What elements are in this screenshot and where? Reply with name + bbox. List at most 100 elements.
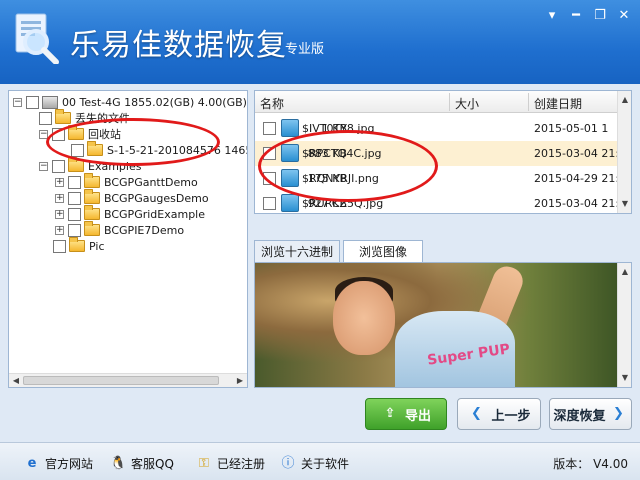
image-file-icon	[281, 144, 299, 162]
export-label: 导出	[404, 408, 431, 424]
scroll-down-icon[interactable]: ▼	[618, 371, 631, 384]
file-row[interactable]: $RURCZ5Q.jpg 927 KB 2015-03-04 21:5	[255, 191, 626, 213]
file-size: 175 KB	[307, 172, 347, 185]
checkbox[interactable]	[68, 223, 81, 237]
tree-item-label: BCGPIE7Demo	[104, 223, 185, 237]
tree-item-label: 回收站	[88, 128, 121, 141]
file-list-header: 名称 大小 创建日期	[255, 91, 619, 113]
column-date[interactable]: 创建日期	[534, 95, 582, 112]
preview-vertical-scrollbar[interactable]: ▲ ▼	[617, 263, 631, 387]
tree-horizontal-scrollbar[interactable]: ◀ ▶	[9, 373, 247, 387]
file-size: 927 KB	[307, 197, 347, 210]
scrollbar-thumb[interactable]	[23, 376, 219, 385]
file-date: 2015-05-01 1	[534, 122, 609, 135]
scroll-left-icon[interactable]: ◀	[9, 374, 23, 387]
folder-tree: − 00 Test-4G 1855.02(GB) 4.00(GB) 丢失的文件 …	[8, 90, 248, 388]
checkbox[interactable]	[71, 143, 84, 157]
checkbox[interactable]	[52, 127, 65, 141]
tree-item-drive[interactable]: − 00 Test-4G 1855.02(GB) 4.00(GB)	[13, 94, 247, 110]
expand-icon[interactable]: +	[55, 177, 64, 187]
image-file-icon	[281, 169, 299, 187]
scroll-up-icon[interactable]: ▲	[618, 93, 631, 106]
file-row-selected[interactable]: $RPCTQ4C.jpg 883 KB 2015-03-04 21:5	[255, 141, 626, 166]
checkbox[interactable]	[263, 197, 276, 210]
checkbox[interactable]	[263, 122, 276, 135]
file-row[interactable]: $RQNYRJI.png 175 KB 2015-04-29 21:	[255, 166, 619, 191]
checkbox[interactable]	[39, 111, 52, 125]
file-list: 名称 大小 创建日期 $IVT0TY8.jpg 1 KB 2015-05-01 …	[254, 90, 632, 214]
file-size: 1 KB	[321, 122, 347, 135]
tree-item-examples[interactable]: − Examples	[39, 157, 141, 174]
tree-item-bcgpgridexample[interactable]: + BCGPGridExample	[55, 205, 205, 222]
tree-item-bcgpgaugesdemo[interactable]: + BCGPGaugesDemo	[55, 189, 209, 206]
folder-icon	[68, 125, 84, 140]
checkbox[interactable]	[263, 172, 276, 185]
registered-link[interactable]: ⚿ 已经注册	[196, 455, 265, 472]
scroll-up-icon[interactable]: ▲	[618, 265, 631, 278]
file-list-vertical-scrollbar[interactable]: ▲ ▼	[617, 91, 631, 213]
collapse-icon[interactable]: −	[39, 129, 48, 139]
minimize-button[interactable]: ━	[564, 6, 588, 26]
tree-item-sid-folder[interactable]: S-1-5-21-201084576 146511	[71, 141, 247, 158]
tree-item-recycle-bin[interactable]: − 回收站	[39, 125, 121, 142]
file-date: 2015-03-04 21:5	[534, 197, 627, 210]
scroll-right-icon[interactable]: ▶	[233, 374, 247, 387]
menu-dropdown-icon[interactable]: ▾	[540, 6, 564, 26]
file-size: 883 KB	[307, 147, 347, 160]
folder-icon	[87, 141, 103, 156]
restore-button[interactable]: ❐	[588, 6, 612, 26]
checkbox[interactable]	[68, 191, 81, 205]
column-size[interactable]: 大小	[455, 95, 479, 112]
file-date: 2015-04-29 21:	[534, 172, 620, 185]
footer-bar: e 官方网站 🐧 客服QQ ⚿ 已经注册 ⓘ 关于软件 版本： V4.00	[0, 442, 640, 480]
key-icon: ⚿	[199, 455, 209, 471]
checkbox[interactable]	[53, 239, 66, 253]
folder-icon	[69, 237, 85, 252]
scroll-down-icon[interactable]: ▼	[618, 197, 631, 210]
info-icon: ⓘ	[281, 455, 295, 471]
official-website-link[interactable]: e 官方网站	[24, 455, 93, 472]
collapse-icon[interactable]: −	[39, 161, 48, 171]
folder-icon	[84, 221, 100, 236]
column-name[interactable]: 名称	[260, 95, 284, 112]
support-qq-link[interactable]: 🐧 客服QQ	[110, 455, 174, 472]
checkbox[interactable]	[263, 147, 276, 160]
file-row[interactable]: $IVT0TY8.jpg 1 KB 2015-05-01 1	[255, 116, 619, 141]
tab-hex-view[interactable]: 浏览十六进制	[254, 240, 340, 263]
previous-step-label: 上一步	[491, 408, 531, 424]
image-file-icon	[281, 119, 299, 137]
expand-icon[interactable]: +	[55, 209, 64, 219]
collapse-icon[interactable]: −	[13, 97, 22, 107]
tree-item-label: 丢失的文件	[75, 112, 130, 125]
ie-browser-icon: e	[27, 455, 37, 471]
deep-recovery-button[interactable]: 深度恢复 ❯	[549, 398, 632, 430]
app-edition: 专业版	[285, 42, 325, 57]
tab-image-view[interactable]: 浏览图像	[343, 240, 423, 263]
export-button[interactable]: ⇪ 导出	[365, 398, 447, 430]
checkbox[interactable]	[68, 175, 81, 189]
previous-step-button[interactable]: ❮ 上一步	[457, 398, 541, 430]
checkbox[interactable]	[26, 95, 39, 109]
folder-icon	[84, 205, 100, 220]
export-icon: ⇪	[384, 406, 396, 421]
tree-item-label: 00 Test-4G 1855.02(GB) 4.00(GB)	[62, 95, 247, 109]
checkbox[interactable]	[52, 159, 65, 173]
preview-photo: Super PUP	[255, 263, 619, 387]
tree-item-lost-files[interactable]: 丢失的文件	[39, 109, 130, 126]
expand-icon[interactable]: +	[55, 225, 64, 235]
checkbox[interactable]	[68, 207, 81, 221]
chevron-left-icon: ❮	[471, 406, 482, 421]
folder-icon	[68, 157, 84, 172]
tree-item-label: Pic	[89, 239, 105, 253]
about-software-link[interactable]: ⓘ 关于软件	[280, 455, 349, 472]
tree-item-pic[interactable]: Pic	[53, 237, 105, 254]
tree-item-bcgpganttdemo[interactable]: + BCGPGanttDemo	[55, 173, 198, 190]
tree-item-label: BCGPGanttDemo	[104, 175, 198, 189]
image-preview: Super PUP ▲ ▼	[254, 262, 632, 388]
expand-icon[interactable]: +	[55, 193, 64, 203]
title-bar: 乐易佳数据恢复 专业版 ▾ ━ ❐ ✕	[0, 0, 640, 84]
tree-item-label: BCGPGaugesDemo	[104, 191, 209, 205]
tree-item-bcgpie7demo[interactable]: + BCGPIE7Demo	[55, 221, 185, 238]
close-button[interactable]: ✕	[612, 6, 636, 26]
deep-recovery-label: 深度恢复	[553, 408, 606, 424]
